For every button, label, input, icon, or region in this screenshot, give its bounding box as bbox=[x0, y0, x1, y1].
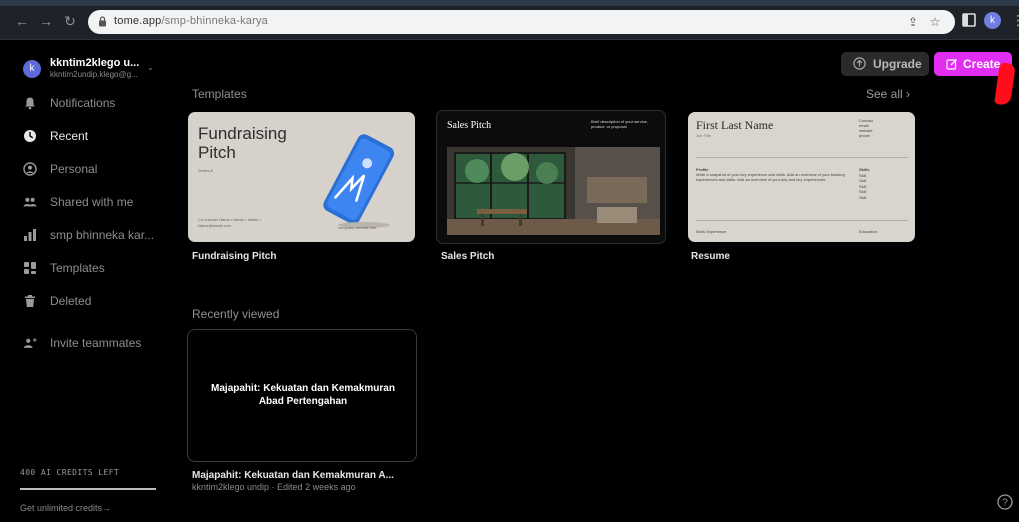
upgrade-label: Upgrade bbox=[873, 57, 922, 71]
tome-app: k kkntim2klego u... kkntim2undip.klego@g… bbox=[5, 41, 1019, 522]
address-bar[interactable]: tome.app/smp-bhinneka-karya ⇪ ☆ bbox=[88, 10, 955, 34]
card-heading: Fundraising Pitch bbox=[198, 124, 287, 162]
card-subtitle: Brief description of your service, produ… bbox=[591, 119, 648, 129]
get-unlimited-credits-link[interactable]: Get unlimited credits→ bbox=[20, 503, 111, 513]
sidebar-item-workspace[interactable]: smp bhinneka kar... bbox=[23, 225, 173, 247]
sidebar-item-deleted[interactable]: Deleted bbox=[23, 291, 173, 313]
see-all-link[interactable]: See all › bbox=[866, 87, 910, 101]
edit-icon bbox=[946, 59, 957, 70]
card-subtitle: Job Title bbox=[696, 133, 711, 138]
card-heading: Sales Pitch bbox=[447, 120, 492, 131]
sidebar-item-invite[interactable]: Invite teammates bbox=[23, 333, 173, 355]
forward-icon[interactable]: → bbox=[38, 13, 54, 29]
bell-icon bbox=[25, 97, 35, 110]
people-icon bbox=[23, 197, 37, 207]
sidebar-item-notifications[interactable]: Notifications bbox=[23, 93, 173, 115]
account-switcher[interactable]: k kkntim2klego u... kkntim2undip.klego@g… bbox=[19, 55, 169, 83]
resume-skills: Skills Skill Skill Skill Skill Skill bbox=[859, 167, 870, 200]
person-circle-icon bbox=[23, 162, 37, 176]
recent-tome-meta: kkntim2klego undip · Edited 2 weeks ago bbox=[192, 482, 356, 492]
card-heading: Majapahit: Kekuatan dan Kemakmuran Abad … bbox=[211, 383, 395, 407]
card-heading: First Last Name bbox=[696, 118, 774, 132]
trash-icon bbox=[25, 295, 35, 307]
template-card-sales-pitch[interactable]: Sales Pitch Brief description of your se… bbox=[436, 110, 666, 244]
divider bbox=[696, 157, 908, 158]
resume-education-label: Education bbox=[859, 229, 877, 234]
sidebar-item-label: smp bhinneka kar... bbox=[50, 228, 155, 242]
sidebar: k kkntim2klego u... kkntim2undip.klego@g… bbox=[5, 41, 173, 522]
phone-illustration bbox=[323, 134, 395, 228]
side-panel-icon[interactable] bbox=[962, 13, 976, 27]
sidebar-item-label: Shared with me bbox=[50, 195, 134, 209]
template-name: Fundraising Pitch bbox=[192, 251, 277, 262]
sidebar-item-label: Personal bbox=[50, 162, 98, 176]
templates-section-title: Templates bbox=[192, 87, 247, 101]
bookmark-star-icon[interactable]: ☆ bbox=[928, 15, 942, 29]
sidebar-item-label: Notifications bbox=[50, 96, 116, 110]
templates-icon bbox=[24, 262, 36, 274]
create-label: Create bbox=[963, 57, 1001, 71]
recent-tome-card[interactable]: Majapahit: Kekuatan dan Kemakmuran Abad … bbox=[187, 329, 417, 462]
resume-work-label: Work Experience bbox=[696, 229, 727, 234]
template-name: Sales Pitch bbox=[441, 251, 495, 262]
help-icon[interactable]: ? bbox=[997, 494, 1013, 510]
workspace-grid-icon bbox=[24, 229, 36, 241]
sidebar-item-label: Templates bbox=[50, 261, 105, 275]
sidebar-item-label: Deleted bbox=[50, 294, 92, 308]
add-person-icon bbox=[23, 338, 37, 348]
upgrade-icon bbox=[853, 57, 866, 70]
recent-section-title: Recently viewed bbox=[192, 307, 280, 321]
recent-tome-title: Majapahit: Kekuatan dan Kemakmuran A... bbox=[192, 470, 394, 481]
card-footer-line: Co-founder Name • Name • Name • bbox=[198, 217, 261, 222]
resume-profile: Profile Write a snapshot of your key expe… bbox=[696, 167, 845, 182]
browser-profile-avatar[interactable]: k bbox=[984, 12, 1001, 29]
card-footer-right: company website link bbox=[338, 225, 377, 230]
tab-strip bbox=[0, 0, 1019, 6]
resume-contact: Contact email website phone bbox=[859, 118, 873, 138]
template-name: Resume bbox=[691, 251, 730, 262]
user-email: kkntim2undip.klego@g... bbox=[50, 70, 138, 79]
sidebar-item-recent[interactable]: Recent bbox=[23, 126, 173, 148]
url-text: tome.app/smp-bhinneka-karya bbox=[114, 15, 268, 27]
card-small-text: Series A bbox=[198, 168, 213, 173]
browser-menu-icon[interactable]: ⋮ bbox=[1011, 12, 1019, 28]
template-card-fundraising[interactable]: Fundraising Pitch Series A Co-founder Nam… bbox=[188, 112, 415, 242]
card-footer-line: Name@email.com bbox=[198, 223, 231, 228]
ai-credits-bar bbox=[20, 488, 156, 490]
svg-text:?: ? bbox=[1002, 498, 1008, 509]
template-card-resume[interactable]: First Last Name Job Title Contact email … bbox=[688, 112, 915, 242]
browser-toolbar: ← → ↻ tome.app/smp-bhinneka-karya ⇪ ☆ k … bbox=[0, 0, 1019, 40]
back-icon[interactable]: ← bbox=[14, 13, 30, 29]
avatar: k bbox=[23, 60, 41, 78]
sidebar-item-personal[interactable]: Personal bbox=[23, 159, 173, 181]
chevron-down-icon: ⌄ bbox=[147, 63, 154, 72]
sidebar-item-label: Recent bbox=[50, 129, 89, 143]
lock-icon bbox=[99, 16, 106, 27]
sidebar-item-shared[interactable]: Shared with me bbox=[23, 192, 173, 214]
upgrade-button[interactable]: Upgrade bbox=[841, 52, 929, 76]
ai-credits-fill bbox=[20, 488, 156, 490]
sidebar-item-templates[interactable]: Templates bbox=[23, 258, 173, 280]
clock-icon bbox=[24, 130, 36, 142]
user-name: kkntim2klego u... bbox=[50, 57, 140, 69]
divider bbox=[696, 220, 908, 221]
sidebar-item-label: Invite teammates bbox=[50, 336, 142, 350]
reload-icon[interactable]: ↻ bbox=[62, 13, 78, 29]
ai-credits-label: 400 AI CREDITS LEFT bbox=[20, 468, 120, 477]
interior-photo bbox=[447, 147, 660, 235]
share-icon[interactable]: ⇪ bbox=[906, 15, 920, 29]
